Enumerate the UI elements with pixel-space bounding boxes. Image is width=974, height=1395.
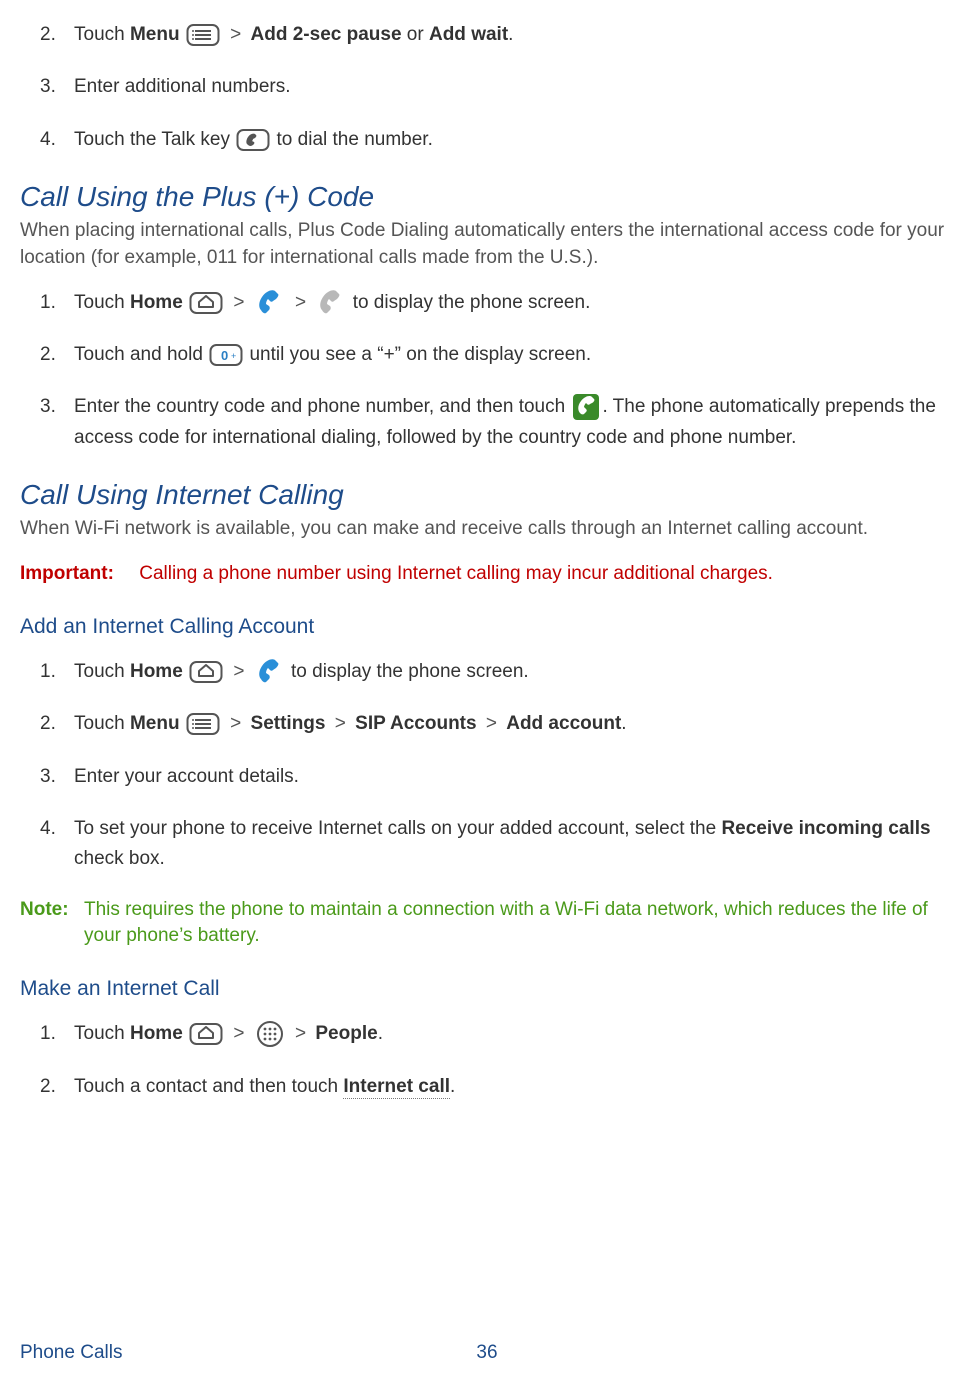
plus-step-2: 2. Touch and hold until you see a “+” on…: [40, 340, 954, 370]
intro-plus-code: When placing international calls, Plus C…: [20, 218, 954, 271]
step-number: 2.: [40, 340, 74, 370]
page-footer: Phone Calls 36: [20, 1340, 954, 1367]
talk-key-icon: [236, 127, 270, 153]
important-label: Important:: [20, 563, 114, 584]
add-account-steps: 1. Touch Home > to display the phone scr…: [20, 657, 954, 875]
phone-app-icon: [255, 288, 285, 318]
menu-key-icon: [186, 711, 220, 737]
step-body: Touch a contact and then touch Internet …: [74, 1072, 954, 1102]
note-label: Note:: [20, 897, 84, 950]
step-number: 3.: [40, 392, 74, 422]
step-body: Touch Home > > to display the phone scre…: [74, 288, 954, 318]
step-3: 3. Enter additional numbers.: [40, 72, 954, 102]
step-number: 2.: [40, 1072, 74, 1102]
dialpad-icon: [316, 288, 346, 318]
step-number: 1.: [40, 657, 74, 687]
note-text: This requires the phone to maintain a co…: [84, 897, 954, 950]
add-step-3: 3. Enter your account details.: [40, 762, 954, 792]
step-number: 1.: [40, 288, 74, 318]
intro-internet-calling: When Wi-Fi network is available, you can…: [20, 516, 954, 543]
step-number: 3.: [40, 72, 74, 102]
menu-key-icon: [186, 22, 220, 48]
plus-step-3: 3. Enter the country code and phone numb…: [40, 392, 954, 453]
step-body: Touch Home > to display the phone screen…: [74, 657, 954, 687]
make-call-steps: 1. Touch Home > > People. 2. Touch a con…: [20, 1019, 954, 1102]
step-4: 4. Touch the Talk key to dial the number…: [40, 125, 954, 155]
step-body: Enter additional numbers.: [74, 72, 954, 102]
apps-grid-icon: [255, 1019, 285, 1049]
top-steps-list: 2. Touch Menu > Add 2-sec pause or Add w…: [20, 20, 954, 155]
important-callout: Important: Calling a phone number using …: [20, 561, 954, 588]
make-step-1: 1. Touch Home > > People.: [40, 1019, 954, 1049]
step-number: 2.: [40, 709, 74, 739]
plus-step-1: 1. Touch Home > > to display the phone s…: [40, 288, 954, 318]
home-key-icon: [189, 1021, 223, 1047]
footer-page-number: 36: [476, 1340, 497, 1367]
add-step-2: 2. Touch Menu > Settings > SIP Accounts …: [40, 709, 954, 739]
home-key-icon: [189, 659, 223, 685]
step-body: Touch Home > > People.: [74, 1019, 954, 1049]
heading-internet-calling: Call Using Internet Calling: [20, 475, 954, 514]
plus-steps-list: 1. Touch Home > > to display the phone s…: [20, 288, 954, 454]
subheading-add-account: Add an Internet Calling Account: [20, 612, 954, 641]
step-body: Touch and hold until you see a “+” on th…: [74, 340, 954, 370]
step-number: 4.: [40, 814, 74, 844]
step-number: 3.: [40, 762, 74, 792]
step-number: 4.: [40, 125, 74, 155]
heading-plus-code: Call Using the Plus (+) Code: [20, 177, 954, 216]
footer-section: Phone Calls: [20, 1340, 122, 1367]
zero-plus-key-icon: [209, 342, 243, 368]
step-number: 2.: [40, 20, 74, 50]
step-number: 1.: [40, 1019, 74, 1049]
page-content: 2. Touch Menu > Add 2-sec pause or Add w…: [20, 0, 954, 1204]
step-body: To set your phone to receive Internet ca…: [74, 814, 954, 875]
home-key-icon: [189, 290, 223, 316]
phone-app-icon: [255, 657, 285, 687]
step-body: Touch Menu > Add 2-sec pause or Add wait…: [74, 20, 954, 50]
step-body: Touch Menu > Settings > SIP Accounts > A…: [74, 709, 954, 739]
make-step-2: 2. Touch a contact and then touch Intern…: [40, 1072, 954, 1102]
step-body: Touch the Talk key to dial the number.: [74, 125, 954, 155]
subheading-make-call: Make an Internet Call: [20, 974, 954, 1003]
internet-call-link: Internet call: [343, 1076, 450, 1099]
add-step-4: 4. To set your phone to receive Internet…: [40, 814, 954, 875]
important-text: Calling a phone number using Internet ca…: [139, 563, 773, 584]
step-body: Enter your account details.: [74, 762, 954, 792]
step-body: Enter the country code and phone number,…: [74, 392, 954, 453]
step-2: 2. Touch Menu > Add 2-sec pause or Add w…: [40, 20, 954, 50]
add-step-1: 1. Touch Home > to display the phone scr…: [40, 657, 954, 687]
note-callout: Note: This requires the phone to maintai…: [20, 897, 954, 950]
call-green-icon: [571, 392, 601, 422]
